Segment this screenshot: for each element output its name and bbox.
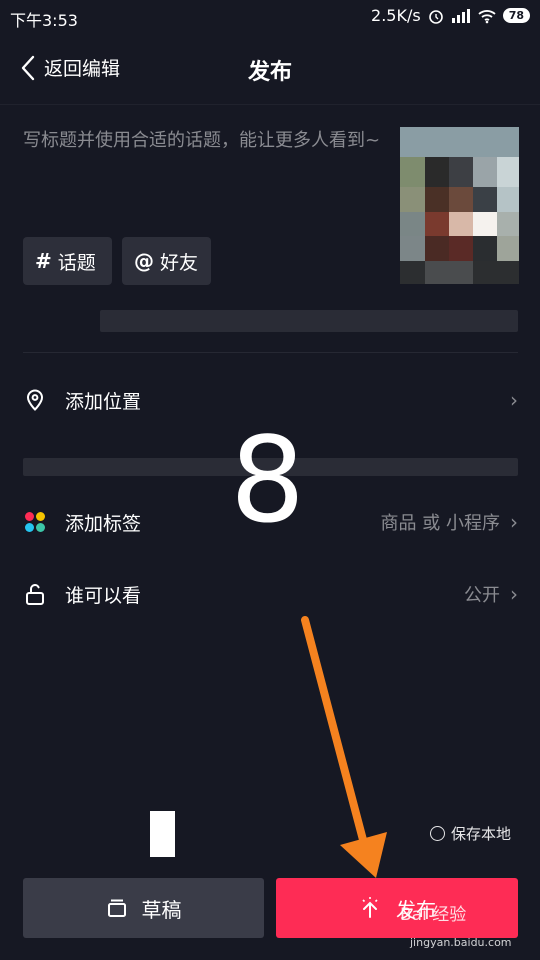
- baidu-watermark-url: jingyan.baidu.com: [410, 936, 512, 949]
- baidu-watermark: Bai 经验: [400, 905, 467, 925]
- annotation-arrow-icon: [301, 616, 387, 878]
